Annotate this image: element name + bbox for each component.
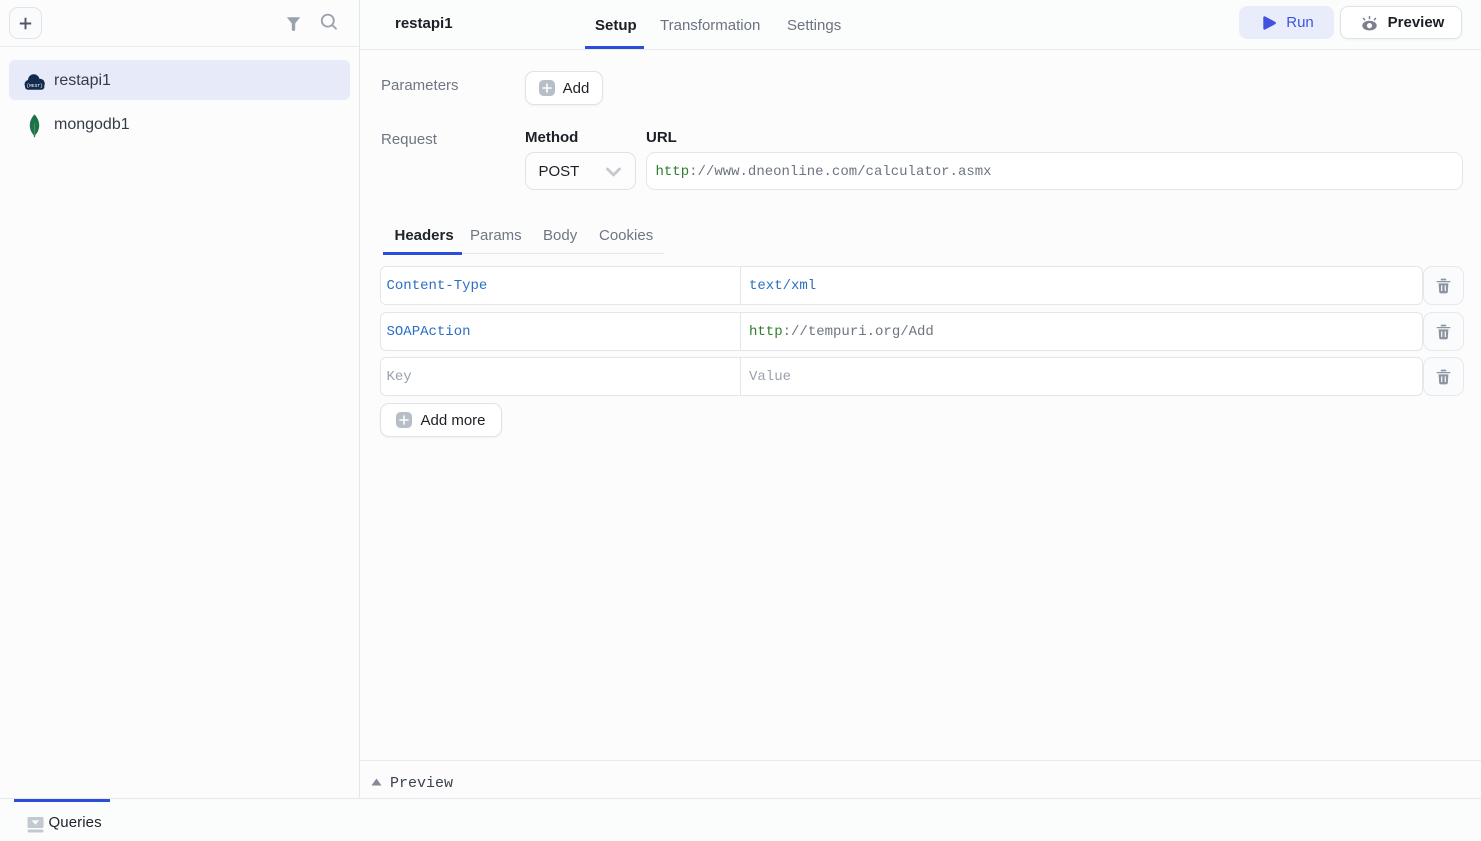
svg-text:{REST}: {REST} (26, 83, 43, 89)
